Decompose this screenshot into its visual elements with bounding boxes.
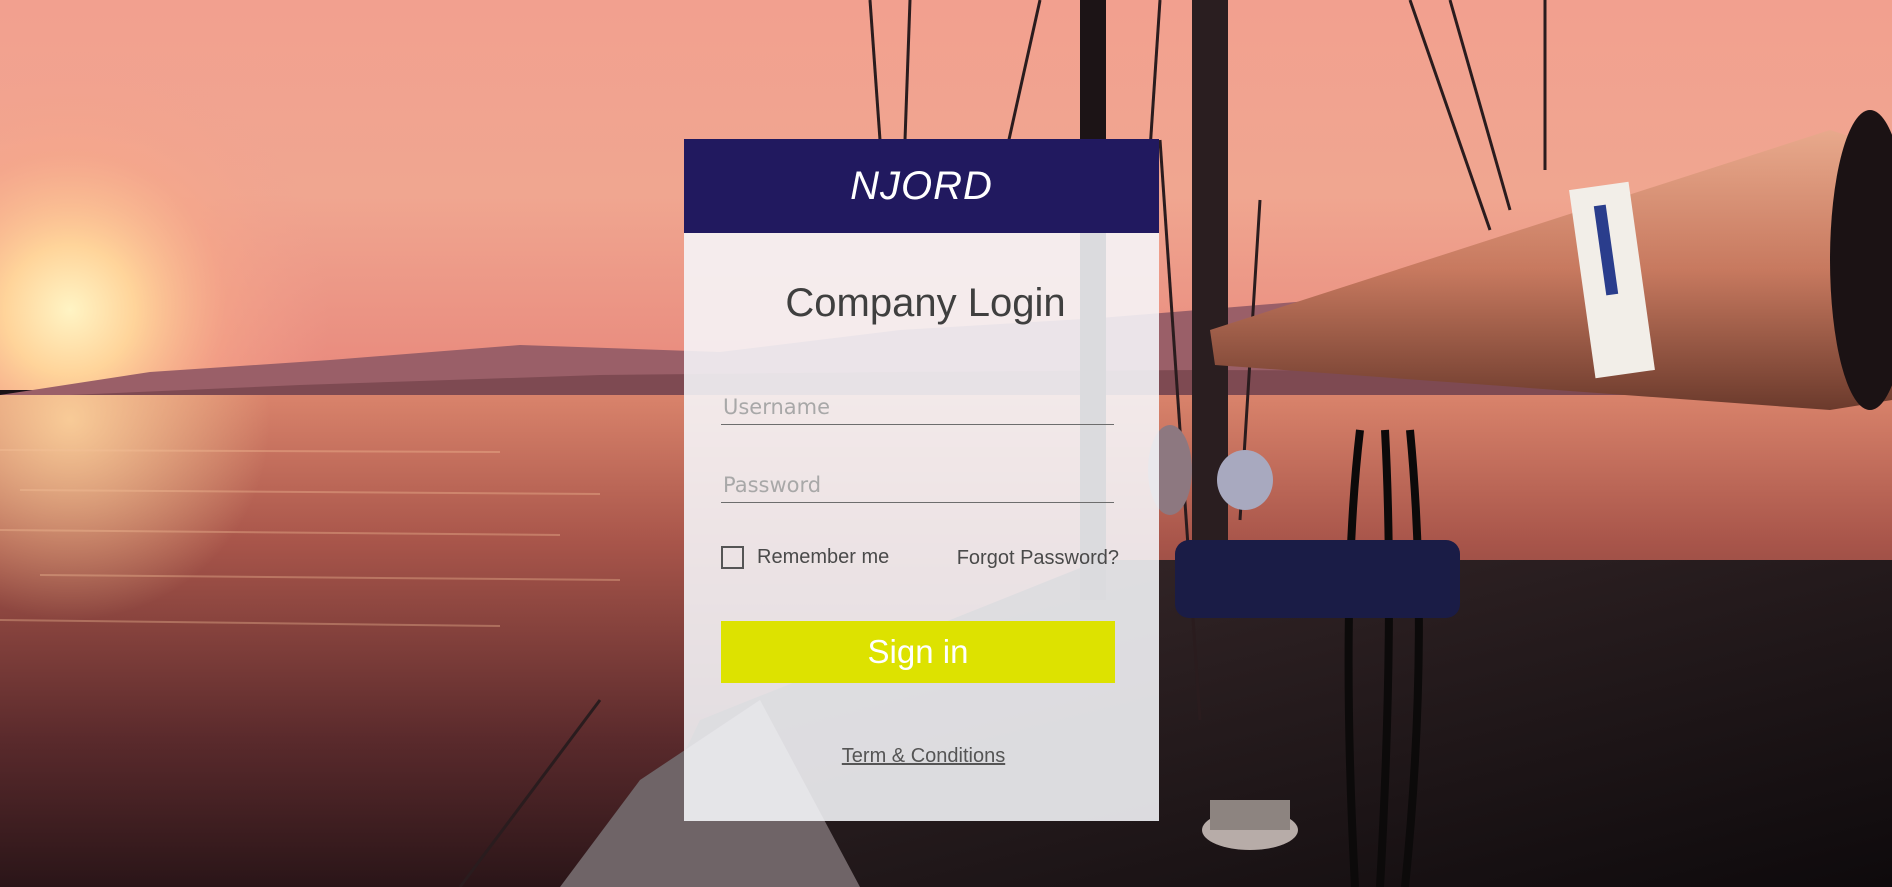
remember-me-option[interactable]: Remember me xyxy=(721,546,889,569)
remember-me-label: Remember me xyxy=(757,546,890,568)
password-input[interactable] xyxy=(721,467,1114,503)
username-input[interactable] xyxy=(721,389,1114,425)
page-title: Company Login xyxy=(785,281,1066,325)
brand-header: NJORD xyxy=(684,139,1159,233)
forgot-password-link[interactable]: Forgot Password? xyxy=(957,547,1119,570)
brand-logo: NJORD xyxy=(850,163,993,208)
login-page: NJORD Company Login Remember me Forgot P… xyxy=(0,0,1892,887)
checkbox-icon[interactable] xyxy=(721,546,744,569)
login-card: NJORD Company Login Remember me Forgot P… xyxy=(684,139,1159,821)
sign-in-button[interactable]: Sign in xyxy=(721,621,1115,683)
terms-conditions-link[interactable]: Term & Conditions xyxy=(684,745,1159,768)
